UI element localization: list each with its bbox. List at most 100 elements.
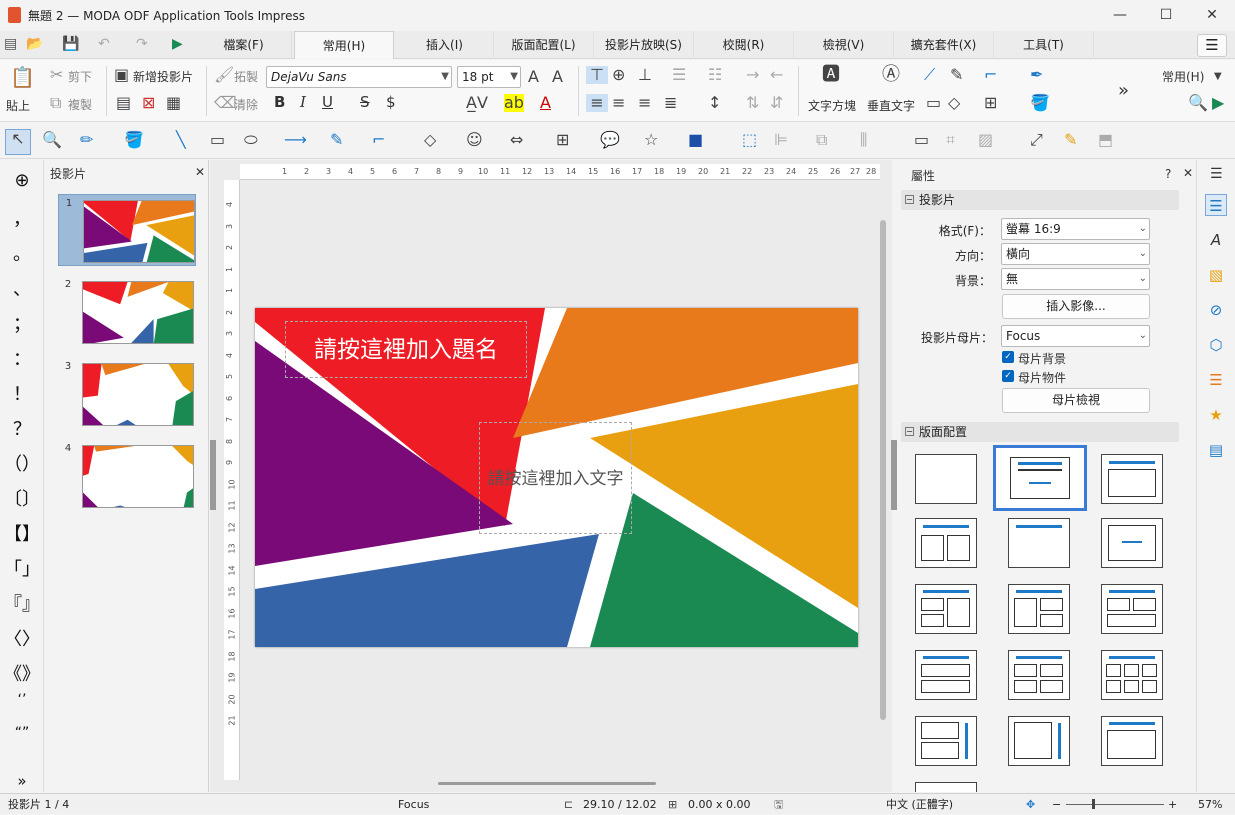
justify-icon[interactable]: ≣: [664, 94, 677, 112]
slide-layout-icon[interactable]: ▦: [166, 94, 181, 112]
strikethrough-button[interactable]: S: [360, 93, 370, 111]
tab-insert[interactable]: 插入(I): [396, 31, 494, 59]
text-box-label[interactable]: 文字方塊: [808, 97, 856, 114]
copy-icon[interactable]: ⧉: [50, 94, 61, 112]
layout-title-slide[interactable]: [993, 445, 1087, 511]
symbol-lenticular-brackets[interactable]: 【】: [0, 520, 44, 546]
character-spacing-icon[interactable]: A̲V: [466, 94, 488, 112]
cut-icon[interactable]: ✂: [50, 66, 63, 84]
underline-button[interactable]: U: [322, 93, 333, 111]
select-icon[interactable]: ↖: [5, 129, 31, 155]
curve-icon[interactable]: ✎: [950, 66, 963, 84]
line-color-icon[interactable]: ✒: [1030, 66, 1043, 84]
chevron-down-icon[interactable]: ▼: [1214, 68, 1222, 86]
delete-slide-icon[interactable]: ⊠: [142, 94, 155, 112]
text-box-icon[interactable]: 🅰: [822, 66, 840, 84]
slide-transition-deck-icon[interactable]: ☰: [1205, 369, 1227, 391]
points-icon[interactable]: ⤢: [1030, 131, 1043, 149]
symbol-insert-icon[interactable]: ⊕: [0, 170, 44, 191]
collapse-slides-pane-handle[interactable]: [210, 440, 216, 510]
line-tool-icon[interactable]: ╲: [176, 131, 186, 149]
table-icon[interactable]: ⊞: [984, 94, 997, 112]
new-slide-icon[interactable]: ▣: [114, 66, 129, 84]
symbol-fullwidth-comma[interactable]: ，: [0, 205, 44, 231]
flowchart-icon[interactable]: ⊞: [556, 131, 569, 149]
undo-icon[interactable]: ↶: [98, 36, 110, 52]
styles-deck-icon[interactable]: A: [1205, 229, 1227, 251]
language-status[interactable]: 中文 (正體字): [886, 794, 953, 815]
rectangle-tool-icon[interactable]: ▭: [210, 131, 225, 149]
tab-file[interactable]: 檔案(F): [196, 31, 292, 59]
vertical-text-icon[interactable]: Ⓐ: [882, 66, 900, 84]
font-color-icon[interactable]: A: [540, 94, 551, 112]
slide-thumbnail-1[interactable]: 1: [58, 194, 196, 266]
master-slide-select[interactable]: Focus ⌄: [1001, 325, 1150, 347]
align-right-icon[interactable]: ≡: [638, 94, 651, 112]
bullet-list-icon[interactable]: ☰: [672, 66, 686, 84]
symbol-tortoise-brackets[interactable]: 〔〕: [0, 485, 44, 511]
line-spacing-icon[interactable]: ↕: [708, 94, 721, 112]
layout-title-only[interactable]: [1008, 518, 1070, 568]
tab-review[interactable]: 校閱(R): [694, 31, 794, 59]
symbol-ideographic-period[interactable]: 。: [0, 240, 44, 266]
properties-deck-icon[interactable]: ☰: [1205, 194, 1227, 216]
align-left-icon[interactable]: ≡: [586, 94, 608, 112]
horizontal-ruler[interactable]: 1 2 3 4 5 6 7 8 9 10 11 12 13 14 15 16 1…: [240, 164, 880, 180]
symbol-single-quotes[interactable]: ‘’: [0, 692, 44, 708]
zoom-slider-handle[interactable]: [1092, 799, 1095, 809]
symbol-angle-brackets[interactable]: 〈〉: [0, 625, 44, 651]
layout-title-two-content[interactable]: [915, 518, 977, 568]
tab-view[interactable]: 檢視(V): [794, 31, 894, 59]
clear-label[interactable]: 清除: [234, 96, 258, 113]
paragraph-spacing-icon[interactable]: ⇅: [746, 94, 759, 112]
slide-canvas[interactable]: 請按這裡加入題名 請按這裡加入文字: [255, 308, 858, 647]
orientation-select[interactable]: 橫向 ⌄: [1001, 243, 1150, 265]
cut-label[interactable]: 剪下: [68, 68, 92, 85]
start-from-current-icon[interactable]: ▶: [1212, 94, 1224, 112]
animation-deck-icon[interactable]: ★: [1205, 404, 1227, 426]
slide-thumbnail-2[interactable]: 2: [58, 276, 196, 348]
layout-title-2content-content[interactable]: [915, 584, 977, 634]
overflow-button[interactable]: »: [1118, 80, 1129, 101]
zoom-out-icon[interactable]: −: [1052, 794, 1061, 815]
redo-icon[interactable]: ↷: [136, 36, 148, 52]
paste-icon[interactable]: 📋: [10, 67, 35, 87]
block-arrows-icon[interactable]: ⇔: [510, 131, 523, 149]
fill-color-icon[interactable]: 🪣: [1030, 94, 1050, 112]
vertical-scrollbar[interactable]: [880, 220, 886, 720]
duplicate-slide-icon[interactable]: ▤: [116, 94, 131, 112]
copy-label[interactable]: 複製: [68, 96, 92, 113]
curve-tool-icon[interactable]: ✎: [330, 131, 343, 149]
find-replace-icon[interactable]: 🔍: [1188, 94, 1208, 112]
tab-slideshow[interactable]: 投影片放映(S): [594, 31, 694, 59]
shrink-font-icon[interactable]: A: [552, 68, 563, 86]
filter-icon[interactable]: ▨: [978, 131, 993, 149]
numbered-list-icon[interactable]: ☷: [708, 66, 722, 84]
slide-section-header[interactable]: − 投影片: [901, 190, 1179, 210]
transformations-icon[interactable]: ⬚: [742, 131, 757, 149]
rectangle-icon[interactable]: ▭: [926, 94, 941, 112]
symbol-double-angle-brackets[interactable]: 《》: [0, 660, 44, 686]
layout-blank[interactable]: [915, 454, 977, 504]
ellipse-tool-icon[interactable]: ⬭: [244, 131, 258, 149]
tab-extensions[interactable]: 擴充套件(X): [894, 31, 994, 59]
fill-color-icon[interactable]: 🪣: [124, 131, 144, 149]
tab-tools[interactable]: 工具(T): [994, 31, 1094, 59]
shapes-deck-icon[interactable]: ⬡: [1205, 334, 1227, 356]
layout-title-content[interactable]: [1101, 454, 1163, 504]
indent-icon[interactable]: →: [746, 66, 759, 84]
glue-points-icon[interactable]: ✎: [1064, 131, 1077, 149]
symbol-shapes-icon[interactable]: ☺: [466, 131, 483, 149]
slide-thumbnail-3[interactable]: 3: [58, 358, 196, 430]
layout-vertical-title-vertical-text[interactable]: [1008, 716, 1070, 766]
basic-shapes-icon[interactable]: ◇: [424, 131, 436, 149]
master-view-button[interactable]: 母片檢視: [1002, 388, 1150, 413]
sidebar-menu-icon[interactable]: ☰: [1210, 166, 1223, 182]
para-spacing-down-icon[interactable]: ⇵: [770, 94, 783, 112]
master-background-checkbox[interactable]: ✓: [1002, 351, 1014, 363]
diamond-icon[interactable]: ◇: [948, 94, 960, 112]
symbol-semicolon[interactable]: ；: [0, 310, 44, 336]
clone-formatting-icon[interactable]: 🖌: [214, 66, 234, 84]
arrange-icon[interactable]: ⧉: [816, 131, 827, 149]
zoom-in-icon[interactable]: +: [1168, 794, 1177, 815]
